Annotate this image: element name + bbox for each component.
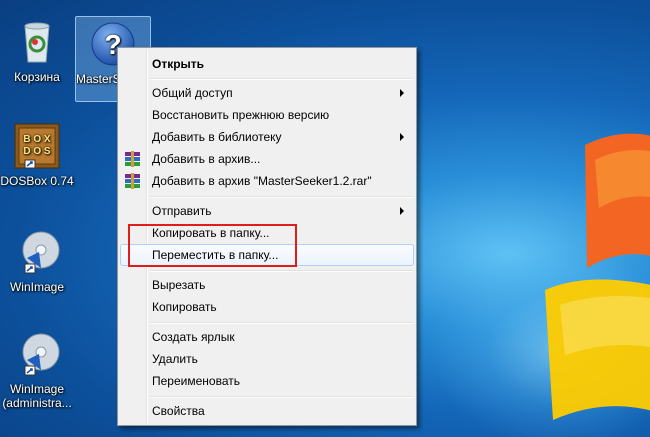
desktop-icon-label: MasterSeeker1.2 <box>76 72 118 86</box>
winrar-icon <box>125 173 140 189</box>
menu-item-rename[interactable]: Переименовать <box>120 370 414 392</box>
menu-item-open[interactable]: Открыть <box>120 53 414 75</box>
desktop-icon-label: WinImage (administra... <box>2 382 72 410</box>
menu-item-share[interactable]: Общий доступ <box>120 82 414 104</box>
menu-item-label: Свойства <box>152 404 205 418</box>
submenu-arrow-icon <box>400 89 404 97</box>
menu-separator <box>150 196 412 198</box>
desktop-icon-label: WinImage <box>9 280 65 294</box>
submenu-arrow-icon <box>400 133 404 141</box>
menu-item-add-to-library[interactable]: Добавить в библиотеку <box>120 126 414 148</box>
menu-item-label: Копировать <box>152 300 217 314</box>
highlight-annotation-box <box>128 224 297 267</box>
desktop-icon-winimage-admin[interactable]: WinImage (administra... <box>0 330 74 410</box>
submenu-arrow-icon <box>400 207 404 215</box>
menu-item-add-to-named-archive[interactable]: Добавить в архив "MasterSeeker1.2.rar" <box>120 170 414 192</box>
menu-item-label: Добавить в архив "MasterSeeker1.2.rar" <box>152 174 372 188</box>
desktop-icon-label: DOSBox 0.74 <box>0 174 74 188</box>
menu-item-label: Добавить в архив... <box>152 152 261 166</box>
dosbox-icon: B O X D O S <box>13 122 61 170</box>
desktop-icon-winimage[interactable]: WinImage <box>0 228 74 294</box>
menu-item-label: Общий доступ <box>152 86 233 100</box>
menu-item-label: Отправить <box>152 204 212 218</box>
menu-item-properties[interactable]: Свойства <box>120 400 414 422</box>
menu-item-cut[interactable]: Вырезать <box>120 274 414 296</box>
menu-separator <box>150 322 412 324</box>
menu-item-add-to-archive[interactable]: Добавить в архив... <box>120 148 414 170</box>
menu-item-label: Вырезать <box>152 278 206 292</box>
winrar-icon <box>125 151 140 167</box>
menu-item-create-shortcut[interactable]: Создать ярлык <box>120 326 414 348</box>
menu-separator <box>150 78 412 80</box>
menu-item-label: Открыть <box>152 57 205 71</box>
menu-separator <box>150 396 412 398</box>
desktop-icon-recycle-bin[interactable]: Корзина <box>0 18 74 84</box>
cd-disk-icon <box>13 330 61 378</box>
svg-text:B O X: B O X <box>23 134 51 145</box>
desktop-icon-dosbox[interactable]: B O X D O S DOSBox 0.74 <box>0 122 74 188</box>
cd-disk-icon <box>13 228 61 276</box>
desktop-icon-label: Корзина <box>14 70 60 84</box>
menu-item-delete[interactable]: Удалить <box>120 348 414 370</box>
windows-flag-wallpaper <box>545 133 650 420</box>
menu-item-send-to[interactable]: Отправить <box>120 200 414 222</box>
svg-text:D O S: D O S <box>23 146 51 157</box>
menu-item-copy[interactable]: Копировать <box>120 296 414 318</box>
recycle-bin-icon <box>13 18 61 66</box>
menu-item-label: Переименовать <box>152 374 240 388</box>
menu-item-label: Удалить <box>152 352 198 366</box>
menu-item-label: Создать ярлык <box>152 330 235 344</box>
menu-item-restore-previous-version[interactable]: Восстановить прежнюю версию <box>120 104 414 126</box>
menu-item-label: Добавить в библиотеку <box>152 130 282 144</box>
menu-item-label: Восстановить прежнюю версию <box>152 108 330 122</box>
menu-separator <box>150 270 412 272</box>
